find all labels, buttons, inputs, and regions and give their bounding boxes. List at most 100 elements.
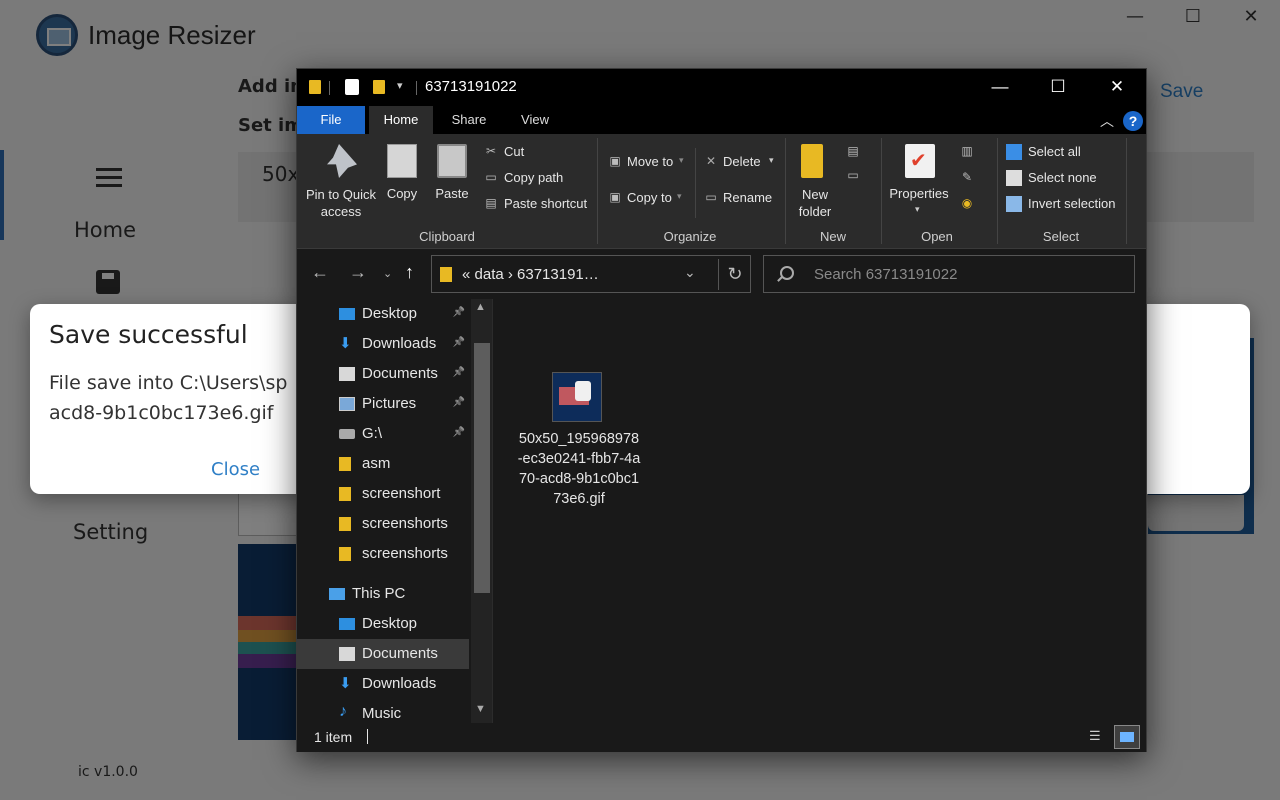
properties-quick-icon[interactable] — [345, 79, 359, 95]
ribbon-separator — [695, 148, 696, 218]
new-folder-label: New folder — [798, 187, 832, 219]
ribbon-collapse-icon[interactable]: ︿ — [1100, 111, 1114, 131]
file-name[interactable]: 50x50_195968978-ec3e0241-fbb7-4a70-acd8-… — [517, 429, 641, 509]
pin-icon[interactable]: 📌 — [453, 397, 465, 408]
easy-access-icon[interactable]: ▭ — [845, 168, 861, 182]
new-item-icon[interactable]: ▤ — [845, 144, 861, 158]
help-icon[interactable]: ? — [1123, 111, 1143, 131]
nav-item[interactable]: ⬇ Downloads 📌 — [297, 329, 469, 359]
rename-label: Rename — [723, 190, 773, 205]
quick-access-dropdown-icon[interactable]: ▾ — [397, 79, 403, 92]
properties-icon — [905, 144, 935, 178]
history-icon[interactable]: ◉ — [959, 196, 975, 210]
invert-selection-label: Invert selection — [1028, 196, 1116, 211]
nav-item[interactable]: ♪ Music — [297, 699, 469, 723]
move-to-icon: ▣ — [609, 154, 621, 168]
breadcrumb[interactable]: « data › 63713191… — [462, 266, 599, 283]
delete-button[interactable]: ✕ Delete ▾ — [703, 154, 783, 174]
ribbon-separator — [1126, 138, 1127, 244]
paste-shortcut-button[interactable]: ▤ Paste shortcut — [483, 196, 593, 216]
search-icon — [780, 266, 794, 280]
paste-button[interactable]: Paste — [429, 138, 475, 226]
ribbon-separator — [785, 138, 786, 244]
copy-path-button[interactable]: ▭ Copy path — [483, 170, 583, 190]
nav-item[interactable]: screenshorts — [297, 509, 469, 539]
nav-item[interactable]: screenshort — [297, 479, 469, 509]
select-all-button[interactable]: Select all — [1006, 143, 1126, 163]
nav-item-label: Desktop — [362, 305, 418, 322]
explorer-minimize-button[interactable]: — — [976, 73, 1024, 101]
download-icon: ⬇ — [339, 335, 352, 352]
pin-label: Pin to Quick access — [305, 187, 377, 219]
search-input[interactable]: Search 63713191022 — [814, 266, 957, 283]
invert-selection-button[interactable]: Invert selection — [1006, 195, 1136, 215]
back-arrow-icon[interactable]: ← — [311, 262, 329, 283]
nav-item[interactable]: This PC — [297, 579, 469, 609]
dialog-close-button[interactable]: Close — [211, 459, 260, 480]
new-group-label: New — [819, 229, 846, 244]
select-group-label: Select — [1042, 229, 1080, 244]
document-icon — [339, 647, 355, 661]
pin-to-quick-access-button[interactable]: Pin to Quick access — [305, 138, 377, 226]
new-folder-button[interactable]: New folder — [793, 138, 837, 226]
nav-item[interactable]: Documents 📌 — [297, 359, 469, 389]
search-box[interactable]: Search 63713191022 — [763, 255, 1135, 293]
new-folder-quick-icon[interactable] — [373, 80, 385, 94]
edit-icon[interactable]: ✎ — [959, 170, 975, 184]
ribbon-tabs: File Home Share View ︿ ? — [297, 106, 1146, 134]
scrollbar-thumb[interactable] — [474, 343, 490, 593]
nav-item[interactable]: Documents — [297, 639, 469, 669]
nav-item[interactable]: G:\ 📌 — [297, 419, 469, 449]
properties-button[interactable]: Properties ▾ — [887, 138, 951, 226]
up-arrow-icon[interactable]: ↑ — [405, 262, 414, 283]
pin-icon — [327, 144, 357, 178]
copy-path-icon: ▭ — [485, 170, 497, 184]
pin-icon[interactable]: 📌 — [453, 427, 465, 438]
address-dropdown-icon[interactable]: ⌄ — [684, 264, 696, 281]
ribbon-separator — [997, 138, 998, 244]
explorer-close-button[interactable]: ✕ — [1093, 73, 1141, 101]
rename-button[interactable]: ▭ Rename — [703, 190, 783, 210]
forward-arrow-icon[interactable]: → — [349, 262, 367, 283]
pin-icon[interactable]: 📌 — [453, 337, 465, 348]
large-icons-view-icon[interactable] — [1114, 725, 1140, 749]
recent-locations-icon[interactable]: ⌄ — [383, 267, 392, 280]
select-none-button[interactable]: Select none — [1006, 169, 1126, 189]
drive-icon — [339, 429, 355, 439]
details-view-icon[interactable]: ☰ — [1089, 728, 1109, 746]
copy-to-icon: ▣ — [609, 190, 621, 204]
nav-item-label: Desktop — [362, 615, 418, 632]
tab-file[interactable]: File — [297, 106, 365, 134]
nav-item[interactable]: asm — [297, 449, 469, 479]
nav-item-label: screenshort — [362, 485, 441, 502]
nav-item[interactable]: ⬇ Downloads — [297, 669, 469, 699]
refresh-icon[interactable]: ↻ — [718, 259, 751, 290]
address-bar[interactable]: « data › 63713191… ⌄ ↻ — [431, 255, 751, 293]
pin-icon[interactable]: 📌 — [453, 367, 465, 378]
tab-home[interactable]: Home — [369, 106, 433, 134]
nav-item[interactable]: Pictures 📌 — [297, 389, 469, 419]
pin-icon[interactable]: 📌 — [453, 307, 465, 318]
dialog-title: Save successful — [49, 320, 248, 349]
nav-item[interactable]: screenshorts — [297, 539, 469, 569]
copy-button[interactable]: Copy — [381, 138, 423, 226]
nav-item-label: asm — [362, 455, 391, 472]
explorer-maximize-button[interactable]: ☐ — [1034, 73, 1082, 101]
nav-item-label: Pictures — [362, 395, 417, 412]
scroll-down-icon[interactable]: ▼ — [475, 703, 486, 715]
nav-scrollbar[interactable]: ▲ ▼ — [471, 299, 492, 723]
nav-item[interactable]: Desktop — [297, 609, 469, 639]
scroll-up-icon[interactable]: ▲ — [475, 301, 486, 313]
nav-item-label: G:\ — [362, 425, 383, 442]
folder-icon — [339, 487, 351, 501]
tab-view[interactable]: View — [505, 106, 565, 134]
status-divider — [367, 729, 368, 744]
nav-item[interactable]: Desktop 📌 — [297, 299, 469, 329]
chevron-down-icon: ▾ — [677, 191, 682, 201]
gif-file-thumbnail[interactable] — [552, 372, 602, 422]
copy-to-button[interactable]: ▣ Copy to ▾ — [607, 190, 691, 210]
tab-share[interactable]: Share — [439, 106, 499, 134]
move-to-button[interactable]: ▣ Move to ▾ — [607, 154, 691, 174]
open-icon[interactable]: ▥ — [959, 144, 975, 158]
select-all-label: Select all — [1028, 144, 1081, 159]
